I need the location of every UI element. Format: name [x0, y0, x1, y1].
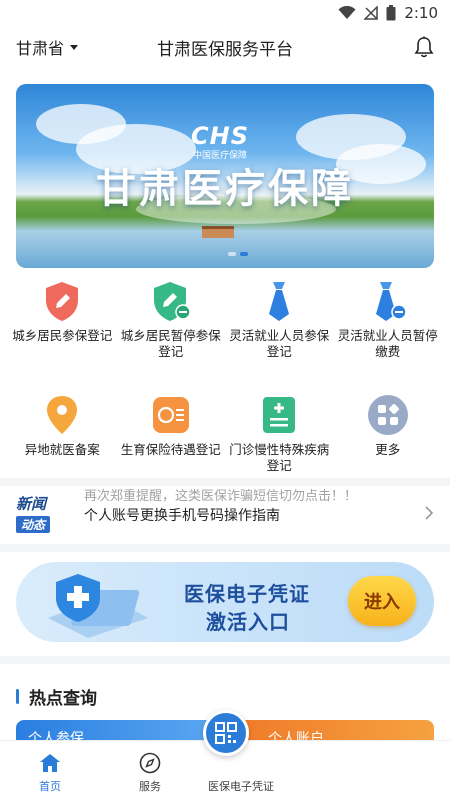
promo-subtitle: 激活入口 [206, 610, 290, 634]
banner-headline: 甘肃医疗保障 [96, 166, 354, 212]
service-grid: 城乡居民参保登记 城乡居民暂停参保登记 灵活就业人员参保登记 灵活就业人员暂停缴… [8, 276, 442, 490]
tab-home[interactable]: 首页 [0, 741, 100, 800]
section-title: 热点查询 [29, 689, 97, 709]
service-item[interactable]: 城乡居民暂停参保登记 [117, 276, 226, 376]
chevron-right-icon[interactable] [424, 505, 434, 521]
wifi-icon [338, 6, 356, 19]
qr-code-button[interactable] [203, 710, 249, 756]
signal-off-icon [364, 6, 379, 20]
location-pin-icon [41, 394, 83, 436]
status-time: 2:10 [404, 4, 438, 22]
section-divider [0, 478, 450, 486]
hot-query-header: 热点查询 [16, 684, 97, 709]
service-item[interactable]: 门诊慢性特殊疾病登记 [225, 390, 334, 490]
tab-voucher-label: 医保电子凭证 [208, 780, 274, 793]
section-accent-bar [16, 689, 19, 704]
service-item[interactable]: 更多 [334, 390, 443, 490]
home-icon [40, 754, 60, 772]
banner-carousel[interactable]: CHS 中国医疗保障 甘肃医疗保障 [16, 84, 434, 268]
tie-icon [258, 280, 300, 322]
tie-minus-icon [367, 280, 409, 322]
enter-button[interactable]: 进入 [348, 576, 416, 626]
battery-icon [386, 5, 396, 21]
shield-card-icon [48, 574, 148, 638]
tab-home-label: 首页 [39, 780, 61, 793]
service-item[interactable]: 异地就医备案 [8, 390, 117, 490]
bell-icon[interactable] [414, 36, 434, 58]
section-divider [0, 656, 450, 664]
clinic-list-icon [258, 394, 300, 436]
service-item[interactable]: 灵活就业人员暂停缴费 [334, 276, 443, 376]
service-item[interactable]: 城乡居民参保登记 [8, 276, 117, 376]
news-badge: 新闻 动态 [16, 493, 72, 533]
province-label: 甘肃省 [16, 39, 65, 58]
province-selector[interactable]: 甘肃省 [16, 35, 79, 59]
banner-house [202, 226, 234, 238]
shield-pen-icon [41, 280, 83, 322]
service-item[interactable]: 灵活就业人员参保登记 [225, 276, 334, 376]
service-item[interactable]: 生育保险待遇登记 [117, 390, 226, 490]
news-item[interactable]: 个人账号更换手机号码操作指南 [84, 505, 424, 527]
tab-service-label: 服务 [139, 780, 161, 793]
top-nav: 甘肃省 甘肃医保服务平台 [0, 26, 450, 68]
qr-code-icon [215, 722, 237, 744]
news-list: 再次郑重提醒，这类医保诈骗短信切勿点击！！ 个人账号更换手机号码操作指南 [84, 489, 424, 537]
chevron-down-icon [70, 44, 79, 50]
section-divider [0, 544, 450, 552]
compass-icon [139, 752, 161, 774]
news-item[interactable]: 再次郑重提醒，这类医保诈骗短信切勿点击！！ [84, 489, 424, 505]
e-voucher-promo[interactable]: 医保电子凭证 激活入口 进入 [16, 562, 434, 642]
tab-service[interactable]: 服务 [100, 741, 200, 800]
maternity-icon [150, 394, 192, 436]
shield-pen-minus-icon [150, 280, 192, 322]
promo-title: 医保电子凭证 [184, 582, 310, 606]
more-grid-icon [367, 394, 409, 436]
carousel-indicator [228, 252, 248, 256]
status-bar: 2:10 [0, 0, 450, 26]
news-ticker[interactable]: 新闻 动态 再次郑重提醒，这类医保诈骗短信切勿点击！！ 个人账号更换手机号码操作… [0, 489, 450, 537]
